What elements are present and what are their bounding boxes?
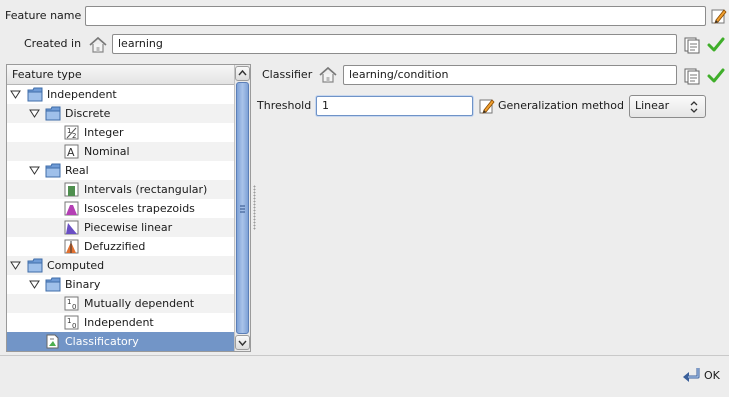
svg-text:0: 0 (72, 322, 76, 330)
check-icon (707, 67, 725, 85)
tree-item-real[interactable]: Real (7, 161, 234, 180)
tree-item-label: Computed (47, 259, 105, 272)
tree-item-computed[interactable]: Computed (7, 256, 234, 275)
tree-item-label: Piecewise linear (84, 221, 173, 234)
folder-icon (27, 258, 43, 273)
scroll-thumb[interactable] (236, 82, 249, 334)
folder-icon (27, 87, 43, 102)
ok-label: OK (704, 369, 720, 382)
svg-text:A: A (67, 146, 75, 159)
folder-icon (45, 163, 61, 178)
tree-item-intervals[interactable]: Intervals (rectangular) (7, 180, 234, 199)
tree-item-label: Real (65, 164, 89, 177)
folder-icon (45, 277, 61, 292)
tree-item-mutually-dependent[interactable]: 10 Mutually dependent (7, 294, 234, 313)
browse-list-icon[interactable] (683, 36, 701, 54)
classifier-label: Classifier (262, 68, 313, 81)
edit-icon[interactable] (478, 97, 496, 115)
tree-item-defuzzified[interactable]: Defuzzified (7, 237, 234, 256)
integer-icon: 12 (64, 125, 79, 140)
check-icon (707, 36, 725, 54)
svg-text:2: 2 (72, 132, 76, 140)
piecewise-icon (64, 220, 79, 235)
tree-item-label: Classificatory (65, 335, 139, 348)
svg-text:1: 1 (67, 298, 71, 306)
generalization-method-select[interactable]: Linear (629, 95, 706, 118)
binary-icon: 10 (64, 296, 79, 311)
feature-name-input[interactable] (85, 6, 706, 26)
created-in-input[interactable]: learning (112, 34, 677, 54)
tree-item-label: Integer (84, 126, 124, 139)
tree-item-label: Discrete (65, 107, 111, 120)
feature-name-label: Feature name (5, 9, 82, 22)
ok-button[interactable]: OK (680, 366, 722, 386)
tree-item-label: Isosceles trapezoids (84, 202, 195, 215)
tree-item-independent[interactable]: Independent (7, 85, 234, 104)
splitter-handle[interactable] (253, 185, 256, 230)
classificatory-icon (46, 334, 59, 349)
tree-item-label: Mutually dependent (84, 297, 195, 310)
intervals-icon (64, 182, 79, 197)
scroll-down-icon[interactable] (235, 335, 250, 350)
expand-toggle-icon[interactable] (29, 279, 40, 290)
grip-icon (240, 205, 245, 213)
tree-item-piecewise[interactable]: Piecewise linear (7, 218, 234, 237)
tree-item-label: Independent (84, 316, 154, 329)
tree-item-binary-independent[interactable]: 10 Independent (7, 313, 234, 332)
tree-item-trapezoids[interactable]: Isosceles trapezoids (7, 199, 234, 218)
classifier-input[interactable]: learning/condition (343, 65, 677, 85)
tree-item-label: Binary (65, 278, 101, 291)
trapezoid-icon (64, 201, 79, 216)
defuzzified-icon (64, 239, 79, 254)
spinner-arrows-icon (690, 101, 698, 113)
edit-icon[interactable] (710, 7, 728, 25)
svg-text:1: 1 (67, 317, 71, 325)
scroll-up-icon[interactable] (235, 66, 250, 81)
threshold-input[interactable]: 1 (316, 96, 473, 116)
tree-header[interactable]: Feature type (7, 65, 234, 85)
tree-item-label: Defuzzified (84, 240, 146, 253)
svg-text:0: 0 (72, 303, 76, 311)
tree-item-label: Independent (47, 88, 117, 101)
tree-item-discrete[interactable]: Discrete (7, 104, 234, 123)
tree-scrollbar[interactable] (234, 65, 250, 351)
binary-icon: 10 (64, 315, 79, 330)
feature-type-tree[interactable]: Feature type Independent Discrete 12 Int… (6, 64, 251, 352)
tree-body: Independent Discrete 12 Integer A Nomina… (7, 85, 234, 351)
enter-arrow-icon (683, 368, 700, 382)
nominal-icon: A (64, 144, 79, 159)
expand-toggle-icon[interactable] (29, 165, 40, 176)
browse-list-icon[interactable] (683, 67, 701, 85)
tree-item-binary[interactable]: Binary (7, 275, 234, 294)
threshold-label: Threshold (257, 99, 312, 112)
tree-item-integer[interactable]: 12 Integer (7, 123, 234, 142)
home-icon[interactable] (318, 65, 338, 85)
expand-toggle-icon[interactable] (29, 108, 40, 119)
created-in-label: Created in (24, 37, 82, 50)
tree-item-nominal[interactable]: A Nominal (7, 142, 234, 161)
folder-icon (45, 106, 61, 121)
expand-toggle-icon[interactable] (10, 260, 21, 271)
footer-divider (0, 355, 729, 356)
tree-item-label: Nominal (84, 145, 130, 158)
expand-toggle-icon[interactable] (10, 89, 21, 100)
home-icon[interactable] (88, 35, 108, 55)
tree-item-classificatory[interactable]: Classificatory (7, 332, 234, 351)
generalization-method-label: Generalization method (498, 99, 624, 112)
generalization-method-value: Linear (635, 99, 670, 112)
tree-item-label: Intervals (rectangular) (84, 183, 208, 196)
